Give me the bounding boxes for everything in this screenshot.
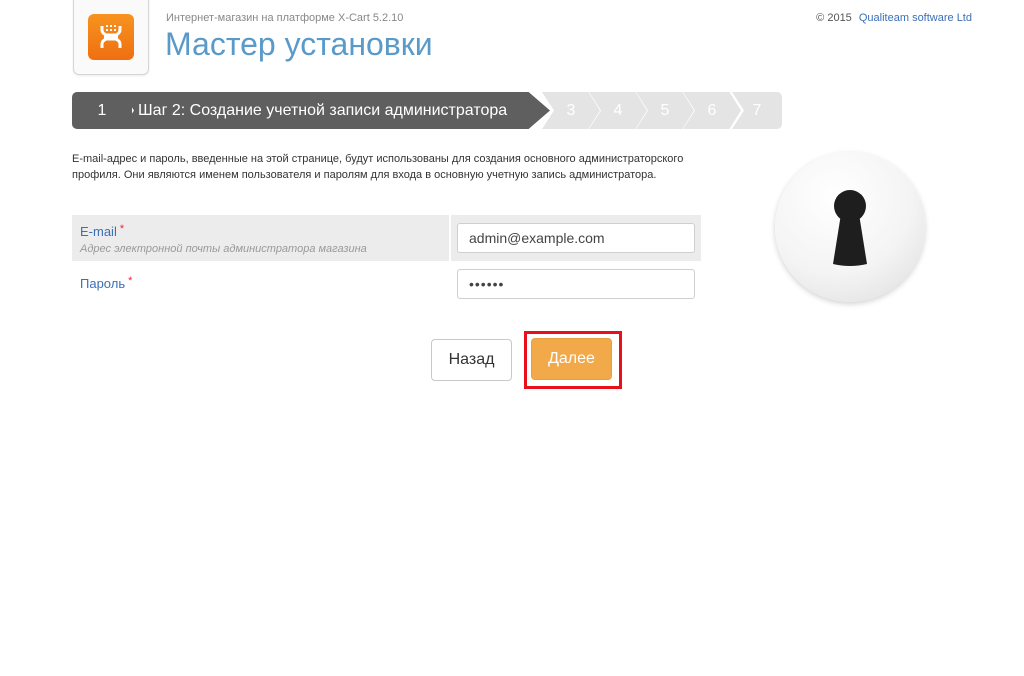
required-mark: * bbox=[128, 275, 133, 287]
xcart-logo-icon bbox=[88, 14, 134, 60]
next-button[interactable]: Далее bbox=[531, 338, 612, 380]
admin-form: E-mail * Адрес электронной почты админист… bbox=[72, 215, 702, 307]
back-button[interactable]: Назад bbox=[431, 339, 512, 381]
password-field-cell bbox=[451, 261, 701, 307]
password-input[interactable] bbox=[457, 269, 695, 299]
keyhole-illustration bbox=[775, 152, 925, 302]
email-input[interactable] bbox=[457, 223, 695, 253]
email-hint: Адрес электронной почты администратора м… bbox=[80, 243, 367, 255]
step-current: Шаг 2: Создание учетной записи администр… bbox=[122, 92, 550, 129]
intro-text: E-mail-адрес и пароль, введенные на этой… bbox=[72, 153, 684, 181]
logo-box bbox=[73, 0, 149, 75]
platform-subtitle: Интернет-магазин на платформе X-Cart 5.2… bbox=[166, 12, 404, 24]
password-row: Пароль * bbox=[72, 261, 702, 307]
password-label: Пароль bbox=[80, 276, 126, 291]
password-label-cell: Пароль * bbox=[72, 261, 449, 307]
email-row: E-mail * Адрес электронной почты админист… bbox=[72, 215, 702, 261]
step-1: 1 bbox=[72, 92, 132, 129]
copyright-year: © 2015 bbox=[816, 12, 852, 24]
progress-steps: 1 Шаг 2: Создание учетной записи админис… bbox=[72, 92, 782, 129]
email-label: E-mail bbox=[80, 224, 117, 239]
step-3: 3 bbox=[542, 92, 600, 129]
required-mark: * bbox=[119, 223, 125, 235]
keyhole-icon bbox=[833, 190, 867, 266]
company-link[interactable]: Qualiteam software Ltd bbox=[859, 12, 972, 24]
email-field-cell bbox=[451, 215, 701, 261]
copyright: © 2015 Qualiteam software Ltd bbox=[816, 12, 972, 24]
page-title: Мастер установки bbox=[165, 26, 433, 62]
email-label-cell: E-mail * Адрес электронной почты админист… bbox=[72, 215, 449, 261]
